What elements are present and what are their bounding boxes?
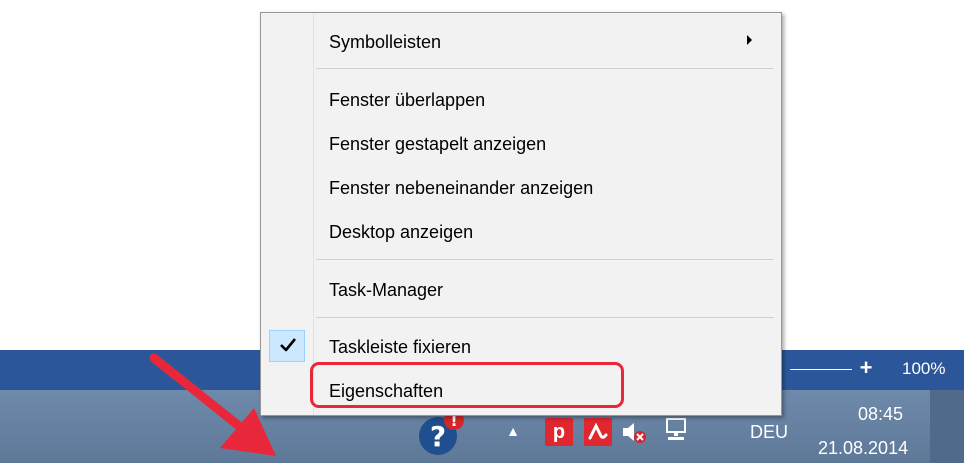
p-app-icon[interactable]: p: [545, 418, 573, 446]
menu-item-fenster-gestapelt[interactable]: Fenster gestapelt anzeigen: [261, 126, 781, 160]
taskbar-context-menu: Symbolleisten Fenster überlappen Fenster…: [260, 12, 782, 416]
volume-muted-icon[interactable]: [620, 418, 648, 446]
zoom-in-button[interactable]: +: [856, 356, 876, 380]
menu-item-taskleiste-fixieren[interactable]: Taskleiste fixieren: [261, 329, 781, 363]
menu-item-label: Fenster überlappen: [329, 90, 486, 110]
help-icon[interactable]: ? !: [418, 410, 464, 456]
menu-separator: [316, 259, 774, 260]
submenu-arrow-icon: [747, 35, 752, 45]
menu-item-label: Task-Manager: [329, 280, 444, 300]
menu-item-label: Desktop anzeigen: [329, 222, 474, 242]
zoom-slider[interactable]: [790, 369, 852, 370]
menu-item-desktop-anzeigen[interactable]: Desktop anzeigen: [261, 214, 781, 248]
red-arrow-annotation: [149, 353, 276, 456]
zoom-level[interactable]: 100%: [902, 358, 962, 380]
menu-separator: [316, 68, 774, 69]
menu-item-label: Taskleiste fixieren: [329, 337, 472, 357]
clock-date[interactable]: 21.08.2014: [818, 436, 946, 460]
menu-item-label: Symbolleisten: [329, 32, 442, 52]
menu-item-label: Fenster gestapelt anzeigen: [329, 134, 547, 154]
menu-item-fenster-nebeneinander[interactable]: Fenster nebeneinander anzeigen: [261, 170, 781, 204]
menu-item-symbolleisten[interactable]: Symbolleisten: [261, 24, 781, 58]
input-language-indicator[interactable]: DEU: [750, 420, 796, 444]
menu-item-label: Fenster nebeneinander anzeigen: [329, 178, 594, 198]
network-icon[interactable]: [662, 416, 690, 444]
clock-time[interactable]: 08:45: [858, 402, 928, 426]
highlight-annotation-ring: [310, 362, 624, 408]
menu-item-task-manager[interactable]: Task-Manager: [261, 272, 781, 306]
menu-item-fenster-ueberlappen[interactable]: Fenster überlappen: [261, 82, 781, 116]
show-hidden-icons-arrow[interactable]: ▲: [504, 422, 522, 440]
menu-separator: [316, 317, 774, 318]
svg-text:?: ?: [430, 420, 446, 453]
avira-icon[interactable]: [584, 418, 612, 446]
